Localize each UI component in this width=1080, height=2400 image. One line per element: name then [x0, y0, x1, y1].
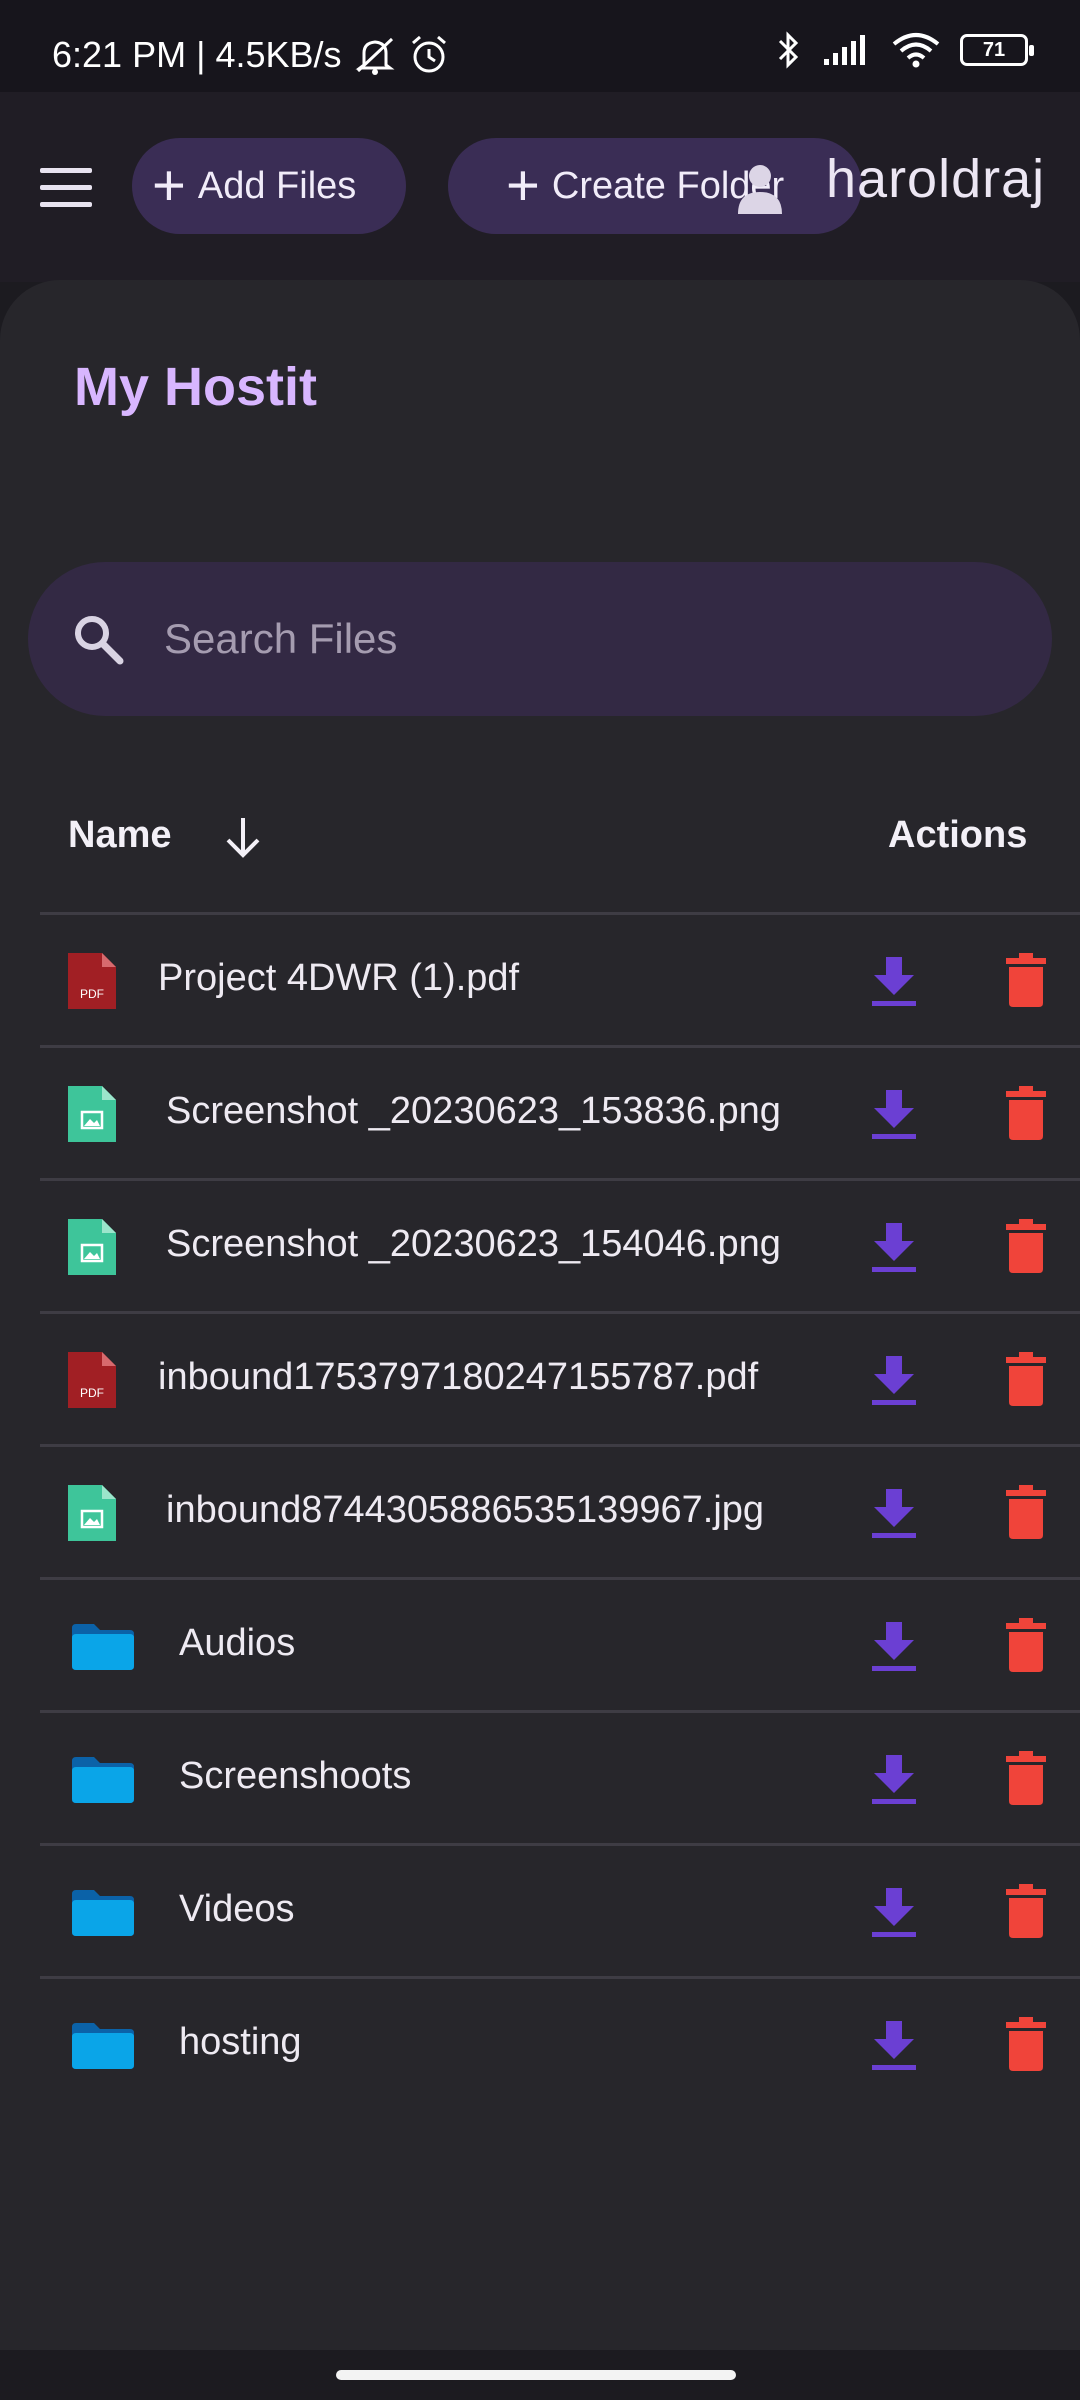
status-time: 6:21 PM	[52, 34, 187, 75]
delete-icon[interactable]	[1006, 1086, 1046, 1140]
delete-icon[interactable]	[1006, 1618, 1046, 1672]
delete-icon[interactable]	[1006, 1751, 1046, 1805]
mute-icon	[355, 37, 395, 75]
file-row[interactable]: Videos	[40, 1843, 1080, 1976]
image-file-icon	[68, 1485, 116, 1541]
file-name[interactable]: Project 4DWR (1).pdf	[158, 957, 519, 1000]
pdf-file-icon: PDF	[68, 953, 116, 1009]
file-row[interactable]: PDF Project 4DWR (1).pdf	[40, 912, 1080, 1045]
file-name[interactable]: hosting	[179, 2021, 302, 2064]
download-icon[interactable]	[870, 1886, 918, 1938]
image-file-icon	[68, 1086, 116, 1142]
status-left: 6:21 PM | 4.5KB/s	[52, 34, 450, 76]
download-icon[interactable]	[870, 1487, 918, 1539]
table-header: Name Actions	[0, 800, 1080, 910]
folder-icon	[72, 1890, 134, 1936]
file-row[interactable]: inbound8744305886535139967.jpg	[40, 1444, 1080, 1577]
status-bar: 6:21 PM | 4.5KB/s 71	[0, 0, 1080, 92]
status-network-speed: 4.5KB/s	[215, 34, 342, 75]
add-files-button[interactable]: + Add Files	[132, 138, 406, 234]
delete-icon[interactable]	[1006, 1884, 1046, 1938]
delete-icon[interactable]	[1006, 2017, 1046, 2071]
folder-icon	[72, 2023, 134, 2069]
search-bar[interactable]	[28, 562, 1052, 716]
file-name[interactable]: Screenshot _20230623_153836.png	[166, 1090, 781, 1133]
username[interactable]: haroldraj	[826, 148, 1045, 210]
download-icon[interactable]	[870, 1620, 918, 1672]
create-folder-button[interactable]: + Create Folder	[448, 138, 862, 234]
folder-icon	[72, 1624, 134, 1670]
name-column-header[interactable]: Name	[68, 814, 172, 857]
download-icon[interactable]	[870, 1753, 918, 1805]
folder-icon	[72, 1757, 134, 1803]
download-icon[interactable]	[870, 2019, 918, 2071]
search-input[interactable]	[162, 614, 966, 664]
battery-icon: 71	[960, 34, 1034, 66]
pdf-badge-text: PDF	[80, 987, 104, 1001]
home-indicator[interactable]	[336, 2370, 736, 2380]
wifi-icon	[892, 33, 940, 68]
delete-icon[interactable]	[1006, 1352, 1046, 1406]
download-icon[interactable]	[870, 955, 918, 1007]
arrow-down-icon[interactable]	[222, 814, 264, 860]
file-name[interactable]: Audios	[179, 1622, 295, 1665]
file-row[interactable]: Audios	[40, 1577, 1080, 1710]
file-row[interactable]: hosting	[40, 1976, 1080, 2109]
delete-icon[interactable]	[1006, 1219, 1046, 1273]
file-name[interactable]: inbound1753797180247155787.pdf	[158, 1356, 758, 1399]
file-name[interactable]: inbound8744305886535139967.jpg	[166, 1489, 764, 1532]
bluetooth-icon	[778, 31, 799, 69]
file-list: PDF Project 4DWR (1).pdf Screenshot _20230…	[40, 912, 1080, 2109]
download-icon[interactable]	[870, 1354, 918, 1406]
file-name[interactable]: Screenshot _20230623_154046.png	[166, 1223, 781, 1266]
pdf-badge-text: PDF	[80, 1386, 104, 1400]
pdf-file-icon: PDF	[68, 1352, 116, 1408]
signal-icon	[824, 35, 865, 65]
status-separator: |	[196, 34, 206, 75]
file-row[interactable]: Screenshot _20230623_153836.png	[40, 1045, 1080, 1178]
status-right: 71	[776, 30, 1034, 70]
delete-icon[interactable]	[1006, 1485, 1046, 1539]
search-icon	[75, 616, 124, 665]
download-icon[interactable]	[870, 1088, 918, 1140]
file-row[interactable]: Screenshoots	[40, 1710, 1080, 1843]
plus-icon: +	[506, 153, 540, 218]
hamburger-icon-line	[40, 185, 92, 190]
delete-icon[interactable]	[1006, 953, 1046, 1007]
plus-icon: +	[152, 153, 186, 218]
download-icon[interactable]	[870, 1221, 918, 1273]
hamburger-icon-line	[40, 168, 92, 173]
user-avatar-icon[interactable]	[734, 162, 786, 214]
actions-column-header: Actions	[888, 814, 1028, 856]
alarm-icon	[411, 35, 446, 73]
hamburger-icon-line	[40, 202, 92, 207]
page-title: My Hostit	[74, 357, 317, 417]
file-name[interactable]: Videos	[179, 1888, 295, 1931]
app-bar: + Add Files + Create Folder haroldraj	[0, 92, 1080, 282]
add-files-label: Add Files	[197, 164, 357, 207]
image-file-icon	[68, 1219, 116, 1275]
file-row[interactable]: Screenshot _20230623_154046.png	[40, 1178, 1080, 1311]
menu-button[interactable]	[40, 168, 92, 210]
file-name[interactable]: Screenshoots	[179, 1755, 411, 1798]
file-row[interactable]: PDF inbound1753797180247155787.pdf	[40, 1311, 1080, 1444]
